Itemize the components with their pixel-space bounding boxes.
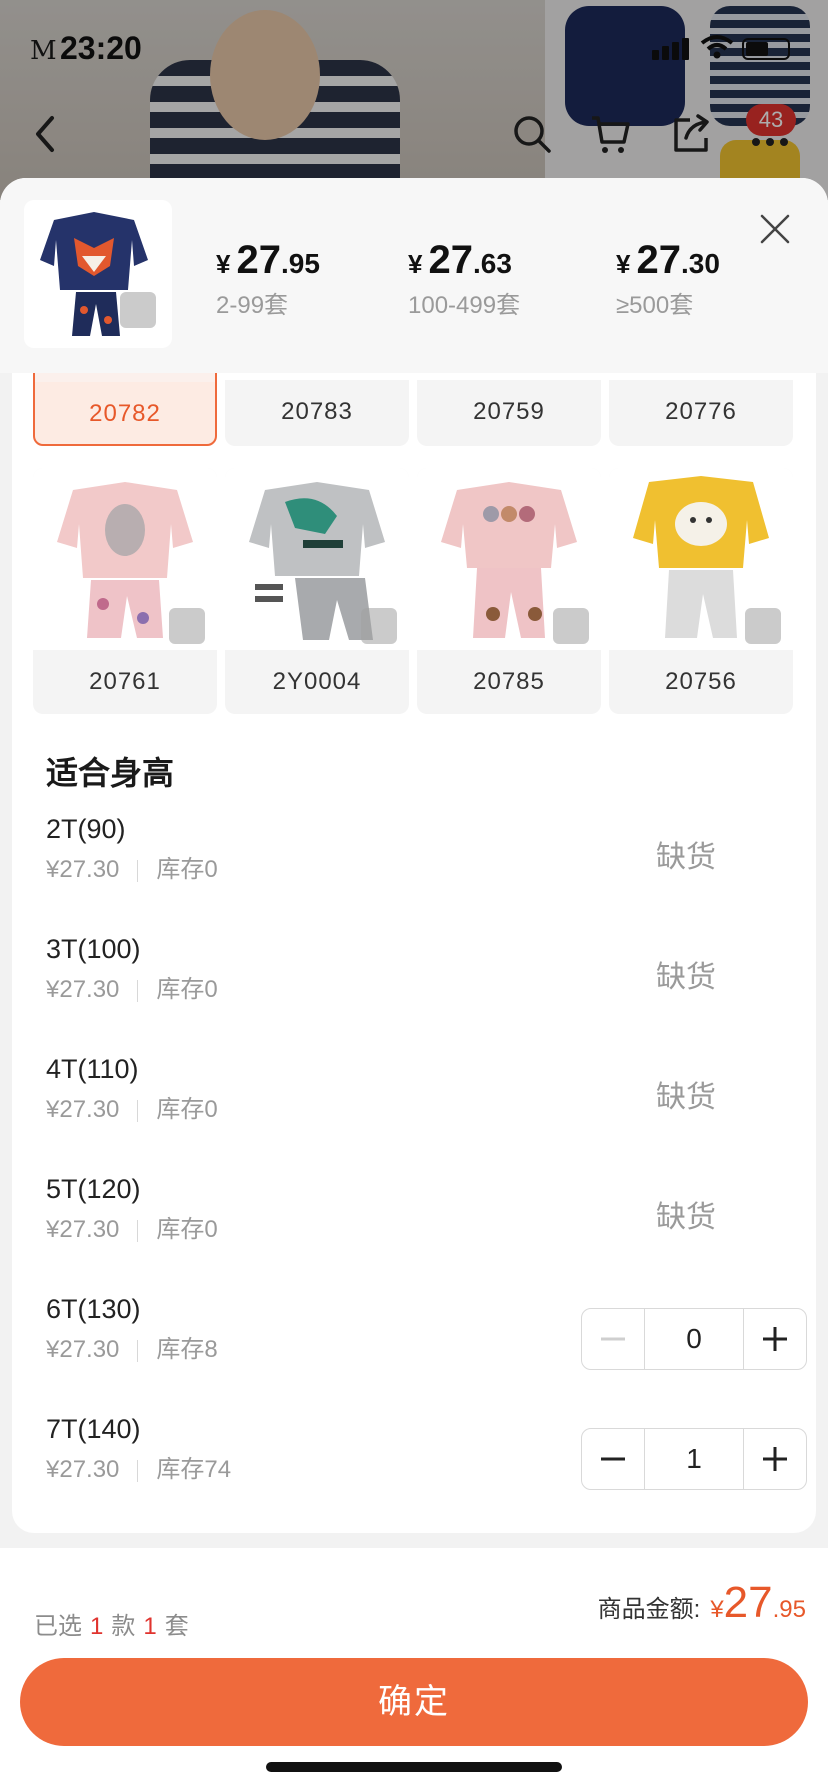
out-of-stock-label: 缺货 <box>656 1081 716 1114</box>
size-row: 4T(110) ¥27.30 库存0 缺货 <box>46 1054 806 1134</box>
expand-icon[interactable] <box>745 608 781 644</box>
size-stock: 库存0 <box>156 1096 218 1123</box>
expand-icon[interactable] <box>361 608 397 644</box>
swatch-image <box>417 468 601 650</box>
sheet-footer: 已选 1 款 1 套 商品金额: ¥27.95 确定 <box>0 1548 828 1792</box>
color-swatch[interactable]: 20785 <box>417 468 601 714</box>
price-integer: 27 <box>428 238 473 282</box>
size-row: 2T(90) ¥27.30 库存0 缺货 <box>46 814 806 894</box>
size-row: 7T(140) ¥27.30 库存74 1 <box>46 1414 807 1494</box>
total-amount: 商品金额: ¥27.95 <box>598 1578 806 1628</box>
color-swatch[interactable]: 20756 <box>609 468 793 714</box>
style-unit: 款 <box>111 1613 136 1640</box>
total-integer: 27 <box>723 1578 773 1627</box>
divider <box>137 1219 139 1242</box>
divider <box>137 859 139 882</box>
decrement-button[interactable] <box>582 1309 644 1369</box>
total-label: 商品金额: <box>597 1596 701 1623</box>
plus-icon <box>763 1327 787 1351</box>
size-price: ¥27.30 <box>46 1336 120 1363</box>
swatch-image <box>33 468 217 650</box>
size-stock: 库存8 <box>156 1336 218 1363</box>
price-decimal: .95 <box>280 248 320 279</box>
plus-icon <box>763 1447 787 1471</box>
price-integer: 27 <box>236 238 281 282</box>
close-icon[interactable] <box>758 212 792 246</box>
selected-style-count: 1 <box>90 1613 104 1640</box>
home-indicator <box>266 1762 562 1772</box>
size-price: ¥27.30 <box>46 1456 120 1483</box>
swatch-code: 20776 <box>665 398 737 425</box>
divider <box>137 1339 139 1362</box>
out-of-stock-label: 缺货 <box>656 961 716 994</box>
out-of-stock-label: 缺货 <box>656 1201 716 1234</box>
set-unit: 套 <box>164 1613 189 1640</box>
price-tier-quantity: 100-499套 <box>408 292 521 319</box>
size-row: 5T(120) ¥27.30 库存0 缺货 <box>46 1174 806 1254</box>
size-row: 6T(130) ¥27.30 库存8 0 <box>46 1294 807 1374</box>
price-tier-quantity: 2-99套 <box>216 292 289 319</box>
quantity-value[interactable]: 1 <box>644 1429 744 1489</box>
price-decimal: .63 <box>472 248 512 279</box>
minus-icon <box>601 1337 625 1341</box>
size-price: ¥27.30 <box>46 1216 120 1243</box>
price-integer: 27 <box>636 238 681 282</box>
divider <box>137 1459 139 1482</box>
price-tier: ¥27.95 2-99套 <box>216 238 320 320</box>
swatch-code: 2Y0004 <box>272 668 362 695</box>
size-section-title: 适合身高 <box>46 755 175 791</box>
expand-icon[interactable] <box>169 608 205 644</box>
increment-button[interactable] <box>744 1309 806 1369</box>
selection-summary: 已选 1 款 1 套 <box>34 1606 189 1641</box>
overlay-dim[interactable] <box>0 0 828 200</box>
expand-icon[interactable] <box>120 292 156 328</box>
sheet-content: 20782 20783 20759 20776 20761 2Y0004 207… <box>12 178 816 1533</box>
selection-prefix: 已选 <box>34 1613 82 1640</box>
selected-product-thumbnail[interactable] <box>24 200 172 348</box>
size-row: 3T(100) ¥27.30 库存0 缺货 <box>46 934 806 1014</box>
swatch-code: 20761 <box>89 668 161 695</box>
size-stock: 库存74 <box>156 1456 232 1483</box>
selected-set-count: 1 <box>143 1613 157 1640</box>
quantity-stepper: 0 <box>581 1308 807 1370</box>
divider <box>137 1099 139 1122</box>
currency-symbol: ¥ <box>710 1596 724 1623</box>
currency-symbol: ¥ <box>408 249 423 279</box>
confirm-button[interactable]: 确定 <box>20 1658 808 1746</box>
price-tier: ¥27.30 ≥500套 <box>616 238 720 320</box>
sku-selector-sheet: ¥27.95 2-99套 ¥27.63 100-499套 ¥27.30 ≥500… <box>0 178 828 1792</box>
color-swatch[interactable]: 2Y0004 <box>225 468 409 714</box>
minus-icon <box>601 1457 625 1461</box>
quantity-value[interactable]: 0 <box>644 1309 744 1369</box>
swatch-image <box>225 468 409 650</box>
out-of-stock-label: 缺货 <box>656 841 716 874</box>
increment-button[interactable] <box>744 1429 806 1489</box>
size-stock: 库存0 <box>156 1216 218 1243</box>
color-swatch[interactable]: 20761 <box>33 468 217 714</box>
swatch-code: 20783 <box>281 398 353 425</box>
size-stock: 库存0 <box>156 976 218 1003</box>
price-tier-quantity: ≥500套 <box>616 292 694 319</box>
expand-icon[interactable] <box>553 608 589 644</box>
currency-symbol: ¥ <box>616 249 631 279</box>
swatch-image <box>609 468 793 650</box>
total-decimal: .95 <box>772 1596 806 1623</box>
swatch-code: 20785 <box>473 668 545 695</box>
price-decimal: .30 <box>680 248 720 279</box>
price-tier: ¥27.63 100-499套 <box>408 238 520 320</box>
size-price: ¥27.30 <box>46 1096 120 1123</box>
quantity-stepper: 1 <box>581 1428 807 1490</box>
decrement-button[interactable] <box>582 1429 644 1489</box>
swatch-code: 20782 <box>89 400 161 427</box>
sheet-header: ¥27.95 2-99套 ¥27.63 100-499套 ¥27.30 ≥500… <box>0 178 828 373</box>
size-price: ¥27.30 <box>46 976 120 1003</box>
swatch-code: 20759 <box>473 398 545 425</box>
size-price: ¥27.30 <box>46 856 120 883</box>
size-stock: 库存0 <box>156 856 218 883</box>
currency-symbol: ¥ <box>216 249 231 279</box>
divider <box>137 979 139 1002</box>
swatch-code: 20756 <box>665 668 737 695</box>
